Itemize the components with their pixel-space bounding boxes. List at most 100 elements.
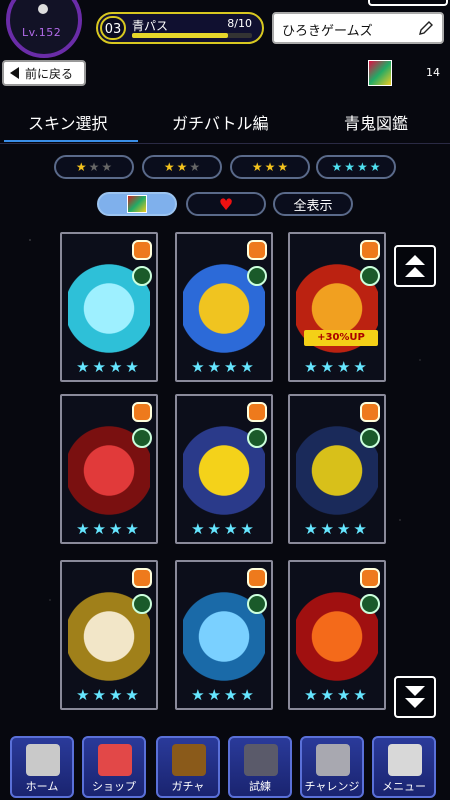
menu-note-icon: [388, 744, 422, 776]
emblem-badge-icon: [132, 428, 152, 448]
lightning-beast-skin-art: [68, 576, 150, 686]
emblem-badge-icon: [360, 594, 380, 614]
heart-icon: ♥: [218, 194, 234, 214]
star-filled-icon: ★: [369, 160, 381, 174]
star-filled-icon: ★: [331, 160, 343, 174]
bonus-badge: +30%UP: [304, 330, 378, 346]
nav-item[interactable]: メニュー: [372, 736, 436, 798]
star-filled-icon: ★: [176, 160, 188, 174]
pencil-icon[interactable]: [418, 20, 434, 36]
tab-bar: スキン選択 ガチバトル編 青鬼図鑑: [0, 104, 450, 144]
back-arrow-icon: [10, 67, 19, 79]
top-right-frame: [368, 0, 448, 6]
emblem-badge-icon: [247, 428, 267, 448]
star-rating: ★★★★: [191, 520, 257, 538]
water-serpent-skin-art: [183, 576, 265, 686]
star-rating: ★★★★: [191, 686, 257, 704]
pass-progress-bar: [132, 33, 252, 38]
filter-3-star[interactable]: ★ ★ ★: [230, 155, 310, 179]
nav-label: 試練: [249, 780, 271, 793]
filter-favorite[interactable]: ♥: [186, 192, 266, 216]
star-empty-icon: ★: [101, 160, 113, 174]
tab-divider: [0, 143, 450, 144]
nav-label: メニュー: [382, 780, 426, 793]
trophy-icon: [316, 744, 350, 776]
scroll-down-button[interactable]: [394, 676, 436, 718]
shop-icon: [98, 744, 132, 776]
pass-progress-fill: [132, 33, 228, 38]
nav-item[interactable]: チャレンジ: [300, 736, 364, 798]
tab-aooni-encyclopedia[interactable]: 青鬼図鑑: [344, 110, 408, 134]
skin-card[interactable]: ★★★★: [175, 560, 273, 710]
filter-skin-owned[interactable]: [97, 192, 177, 216]
fire-lion-skin-art: [296, 576, 378, 686]
home-avatar-icon: [26, 744, 60, 776]
star-rating: ★★★★: [76, 358, 142, 376]
whale-skin-art: [68, 248, 150, 358]
gacha-icon: [172, 744, 206, 776]
skin-ticket-icon: [368, 60, 392, 86]
skin-type-badge-icon: [360, 568, 380, 588]
skin-card[interactable]: ★★★★: [175, 394, 273, 544]
skin-card[interactable]: ★★★★: [175, 232, 273, 382]
skin-card[interactable]: ★★★★: [288, 560, 386, 710]
scroll-up-button[interactable]: [394, 245, 436, 287]
double-down-icon: [405, 686, 425, 708]
star-filled-icon: ★: [251, 160, 263, 174]
player-level: Lv.152: [22, 26, 62, 39]
skin-type-badge-icon: [247, 568, 267, 588]
star-rating: ★★★★: [191, 358, 257, 376]
emblem-badge-icon: [132, 266, 152, 286]
pass-name: 青パス: [132, 19, 169, 33]
star-filled-icon: ★: [163, 160, 175, 174]
skin-grid: ★★★★ ★★★★ +30%UP ★★★★ ★★★★ ★★★★ ★★★★ ★★★★ ★★★★ ★★…: [60, 232, 390, 722]
blue-pass-meter[interactable]: 03 青パス 8/10: [96, 12, 264, 44]
skin-card[interactable]: ★★★★: [60, 560, 158, 710]
tab-skin-select[interactable]: スキン選択: [28, 110, 108, 134]
star-empty-icon: ★: [88, 160, 100, 174]
star-rating: ★★★★: [304, 686, 370, 704]
nav-label: ショップ: [92, 780, 136, 793]
nav-item[interactable]: ホーム: [10, 736, 74, 798]
show-all-label: 全表示: [293, 198, 333, 214]
nav-label: ガチャ: [171, 780, 205, 793]
skin-type-badge-icon: [360, 240, 380, 260]
pass-number: 03: [100, 16, 126, 40]
username-field[interactable]: ひろきゲームズ: [272, 12, 444, 44]
double-up-icon: [405, 255, 425, 277]
skin-card[interactable]: ★★★★: [60, 394, 158, 544]
filter-2-star[interactable]: ★ ★ ★: [142, 155, 222, 179]
skin-card[interactable]: ★★★★: [288, 394, 386, 544]
back-button[interactable]: 前に戻る: [2, 60, 86, 86]
bottom-nav: ホーム ショップ ガチャ 試練 チャレンジ メニュー: [0, 730, 450, 800]
nav-item[interactable]: ガチャ: [156, 736, 220, 798]
skin-type-badge-icon: [360, 402, 380, 422]
skin-type-badge-icon: [132, 568, 152, 588]
star-empty-icon: ★: [189, 160, 201, 174]
emblem-badge-icon: [247, 266, 267, 286]
skin-count: 14: [426, 66, 440, 79]
pass-progress-text: 8/10: [227, 17, 252, 30]
star-rating: ★★★★: [304, 520, 370, 538]
star-rating: ★★★★: [76, 686, 142, 704]
username: ひろきゲームズ: [282, 24, 373, 39]
filter-1-star[interactable]: ★ ★ ★: [54, 155, 134, 179]
nav-label: ホーム: [25, 780, 59, 793]
skin-card[interactable]: ★★★★: [60, 232, 158, 382]
star-filled-icon: ★: [344, 160, 355, 174]
skin-type-badge-icon: [247, 402, 267, 422]
nav-item[interactable]: 試練: [228, 736, 292, 798]
filter-show-all[interactable]: 全表示: [273, 192, 353, 216]
skin-type-badge-icon: [132, 402, 152, 422]
star-rating: ★★★★: [76, 520, 142, 538]
nav-label: チャレンジ: [304, 780, 360, 793]
back-label: 前に戻る: [25, 66, 74, 81]
filter-4-star[interactable]: ★ ★ ★ ★: [316, 155, 396, 179]
skin-card[interactable]: +30%UP ★★★★: [288, 232, 386, 382]
nav-item[interactable]: ショップ: [82, 736, 146, 798]
tab-gachi-battle[interactable]: ガチバトル編: [172, 110, 268, 134]
castle-icon: [244, 744, 278, 776]
star-filled-icon: ★: [264, 160, 276, 174]
avatar-face-icon: [38, 4, 48, 14]
emblem-badge-icon: [132, 594, 152, 614]
